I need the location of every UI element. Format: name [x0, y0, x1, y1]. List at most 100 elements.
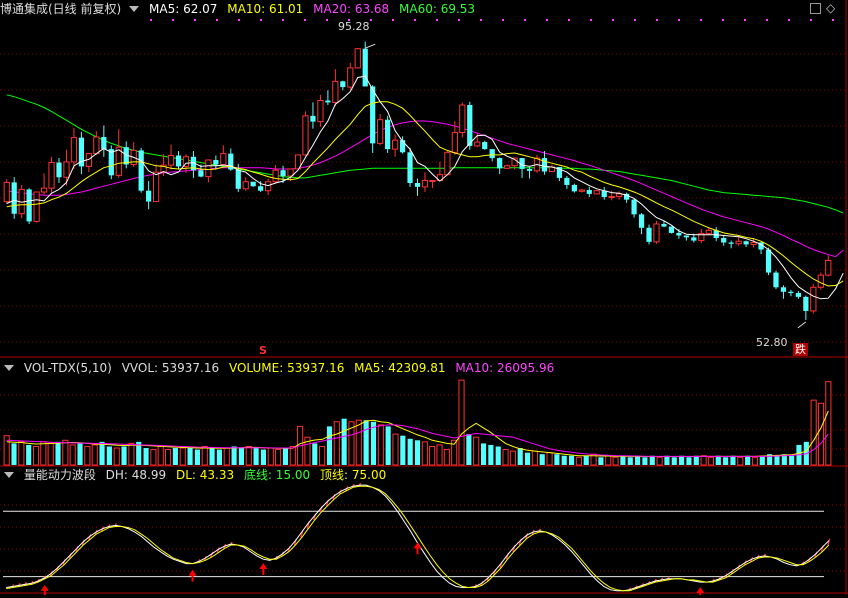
- volume-bar-down: [583, 455, 589, 465]
- volume-bar-up: [150, 449, 157, 466]
- volume-bar-down: [635, 455, 641, 465]
- top-marker-dot: [282, 19, 284, 21]
- candle-up: [63, 161, 70, 178]
- stock-chart: [0, 0, 848, 598]
- top-marker-dot: [810, 19, 812, 21]
- top-marker-dot: [238, 19, 240, 21]
- candle-down: [564, 177, 570, 185]
- candle-down: [340, 81, 346, 88]
- main-header: 博通集成(日线 前复权) MA5: 62.07 MA10: 61.01 MA20…: [0, 0, 481, 18]
- candle-down: [497, 158, 503, 169]
- indicator-dropdown-icon[interactable]: [4, 472, 14, 478]
- volume-bar-down: [627, 457, 633, 465]
- candle-up: [33, 191, 40, 222]
- top-marker-dot: [678, 19, 680, 21]
- volume-bar-up: [443, 449, 450, 466]
- candle-up: [593, 190, 600, 195]
- candle-down: [803, 296, 809, 311]
- top-marker-dot: [172, 19, 174, 21]
- candle-up: [205, 159, 212, 178]
- volume-bar-up: [700, 455, 707, 466]
- candle-down: [101, 136, 107, 150]
- dropdown-icon[interactable]: [129, 6, 140, 12]
- top-marker-dot: [634, 19, 636, 21]
- volume-bar-down: [539, 454, 545, 465]
- volume-indicator-name[interactable]: VOL-TDX(5,10): [24, 361, 112, 375]
- volume-bar-up: [275, 449, 282, 466]
- volume-bar-down: [568, 455, 575, 465]
- top-marker-dot: [414, 19, 416, 21]
- volume-bar-up: [473, 436, 480, 466]
- volume-bar-down: [466, 434, 472, 465]
- candle-down: [728, 242, 734, 244]
- volume-bar-down: [385, 426, 391, 465]
- minimize-button[interactable]: [810, 3, 821, 14]
- volume-readout: VOLUME: 53937.16: [228, 361, 345, 375]
- candle-up: [70, 137, 78, 163]
- s-marker: S: [259, 344, 267, 357]
- candle-down: [571, 184, 577, 192]
- dl-line: [6, 485, 830, 592]
- buy-arrow-icon: [413, 542, 422, 555]
- volume-bar-down: [400, 435, 406, 465]
- candle-down: [138, 150, 144, 191]
- volume-bar-down: [723, 457, 729, 465]
- volume-bar-down: [238, 448, 244, 465]
- top-marker-dot: [612, 19, 614, 21]
- volume-bar-down: [495, 446, 501, 465]
- volume-bar-up: [656, 456, 663, 466]
- volume-bar-up: [509, 450, 516, 466]
- candle-down: [362, 48, 368, 87]
- candle-up: [40, 187, 48, 193]
- volume-bar-up: [392, 433, 399, 466]
- volume-bar-down: [11, 443, 17, 465]
- buy-arrow-icon: [696, 587, 705, 598]
- volume-bar-down: [488, 444, 494, 465]
- candle-up: [354, 48, 361, 69]
- ma20-readout: MA20: 63.68: [313, 2, 390, 16]
- candle-down: [414, 183, 421, 187]
- stock-title[interactable]: 博通集成(日线 前复权): [0, 2, 121, 16]
- volume-bar-up: [810, 399, 817, 466]
- vol-ma10-readout: MA10: 26095.96: [455, 361, 555, 375]
- candle-down: [691, 237, 697, 241]
- volume-bar-up: [751, 456, 759, 466]
- bottom-line-readout: 底线: 15.00: [243, 468, 311, 482]
- volume-bar-up: [817, 402, 825, 466]
- top-marker-dot: [568, 19, 570, 21]
- volume-bar-up: [223, 447, 230, 466]
- candle-down: [407, 152, 413, 184]
- volume-bar-up: [436, 444, 443, 466]
- volume-bar-down: [715, 455, 721, 465]
- volume-bar-up: [245, 445, 252, 466]
- volume-bar-down: [745, 455, 751, 465]
- candle-up: [750, 242, 757, 245]
- volume-bar-down: [414, 440, 421, 465]
- volume-bar-down: [649, 455, 655, 465]
- top-marker-dot: [326, 19, 328, 21]
- top-line-readout: 顶线: 75.00: [320, 468, 387, 482]
- indicator-name[interactable]: 量能动力波段: [24, 468, 96, 482]
- candle-up: [242, 181, 249, 190]
- candle-up: [347, 67, 354, 88]
- top-marker-dot: [788, 19, 790, 21]
- volume-dropdown-icon[interactable]: [4, 365, 14, 371]
- ma60-readout: MA60: 69.53: [399, 2, 476, 16]
- volume-bar-up: [605, 455, 612, 466]
- candle-down: [108, 149, 114, 176]
- top-marker-dot: [722, 19, 724, 21]
- volume-bar-up: [40, 441, 47, 466]
- candle-up: [474, 141, 481, 147]
- high-price-label: 95.28: [338, 20, 370, 33]
- indicator-header: 量能动力波段 DH: 48.99 DL: 43.33 底线: 15.00 顶线:…: [0, 466, 392, 484]
- restore-icon[interactable]: ◇: [826, 2, 835, 14]
- volume-bar-up: [289, 445, 296, 466]
- volume-bar-up: [91, 444, 98, 466]
- top-marker-dot: [656, 19, 658, 21]
- volume-bar-down: [143, 448, 149, 465]
- volume-bar-up: [69, 444, 76, 466]
- volume-bar-up: [502, 449, 509, 466]
- candle-down: [56, 162, 62, 178]
- volume-bar-down: [253, 448, 259, 465]
- candle-up: [578, 189, 585, 192]
